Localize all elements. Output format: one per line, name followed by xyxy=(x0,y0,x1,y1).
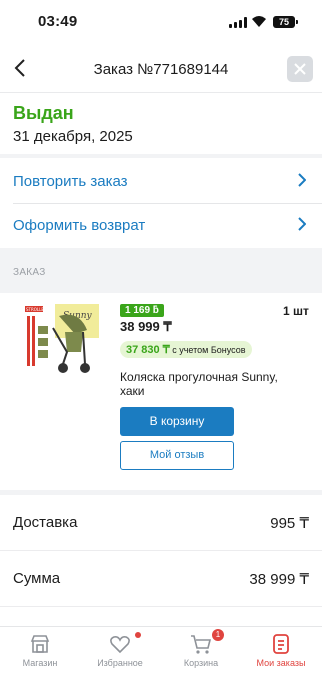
nav-label: Магазин xyxy=(22,658,58,668)
order-status: Выдан xyxy=(13,103,74,123)
delivery-value: 995 ₸ xyxy=(270,515,309,532)
cart-icon xyxy=(191,635,212,654)
total-value: 38 999 ₸ xyxy=(249,571,309,588)
status-time: 03:49 xyxy=(38,13,78,30)
summary-divider xyxy=(0,550,322,551)
product-name[interactable]: Коляска прогулочная Sunny, хаки xyxy=(120,370,300,398)
my-review-button[interactable]: Мой отзыв xyxy=(120,441,234,470)
close-button[interactable] xyxy=(287,56,313,82)
bonus-badge: 1 169 ƃ xyxy=(120,304,164,317)
delivery-label: Доставка xyxy=(13,514,78,531)
header-divider xyxy=(0,92,322,93)
notification-dot xyxy=(135,632,141,638)
page-title: Заказ №771689144 xyxy=(93,61,229,78)
heart-icon xyxy=(110,636,130,654)
add-to-cart-button[interactable]: В корзину xyxy=(120,407,234,436)
nav-label: Мои заказы xyxy=(256,658,306,668)
section-label: ЗАКАЗ xyxy=(13,267,46,278)
close-icon xyxy=(294,63,306,75)
product-image[interactable]: Sunny STROLLER xyxy=(23,304,99,376)
nav-item-my-orders[interactable]: Мои заказы xyxy=(241,627,321,687)
shop-icon xyxy=(30,635,50,653)
order-date: 31 декабря, 2025 xyxy=(13,128,133,145)
product-price: 38 999 ₸ xyxy=(120,319,172,334)
nav-item-shop[interactable]: Магазин xyxy=(0,627,80,687)
chevron-right-icon xyxy=(298,170,307,193)
nav-label: Корзина xyxy=(183,658,219,668)
bonus-price-value: 37 830 ₸ xyxy=(126,344,170,356)
return-order-label: Оформить возврат xyxy=(13,217,146,234)
bottom-nav: Магазин Избранное 1 Корзина Мои заказы xyxy=(0,626,322,699)
chevron-right-icon xyxy=(298,214,307,237)
product-quantity: 1 шт xyxy=(283,304,309,318)
section-header xyxy=(0,248,322,293)
cellular-signal-icon xyxy=(229,17,247,28)
nav-item-cart[interactable]: 1 Корзина xyxy=(161,627,241,687)
summary-divider xyxy=(0,606,322,607)
repeat-order-link[interactable]: Повторить заказ xyxy=(0,162,322,202)
wifi-icon xyxy=(251,15,267,31)
section-separator xyxy=(0,490,322,495)
svg-text:STROLLER: STROLLER xyxy=(26,307,47,312)
nav-label: Избранное xyxy=(97,658,143,668)
return-order-link[interactable]: Оформить возврат xyxy=(0,206,322,246)
battery-icon: 75 xyxy=(273,16,298,28)
action-divider xyxy=(13,203,322,204)
bonus-price-pill: 37 830 ₸ с учетом Бонусов xyxy=(120,341,252,358)
bonus-price-note: с учетом Бонусов xyxy=(172,345,246,355)
section-separator xyxy=(0,154,322,158)
nav-item-favorites[interactable]: Избранное xyxy=(80,627,160,687)
cart-count-badge: 1 xyxy=(212,629,224,641)
orders-icon xyxy=(273,634,289,654)
total-label: Сумма xyxy=(13,570,61,587)
repeat-order-label: Повторить заказ xyxy=(13,173,128,190)
